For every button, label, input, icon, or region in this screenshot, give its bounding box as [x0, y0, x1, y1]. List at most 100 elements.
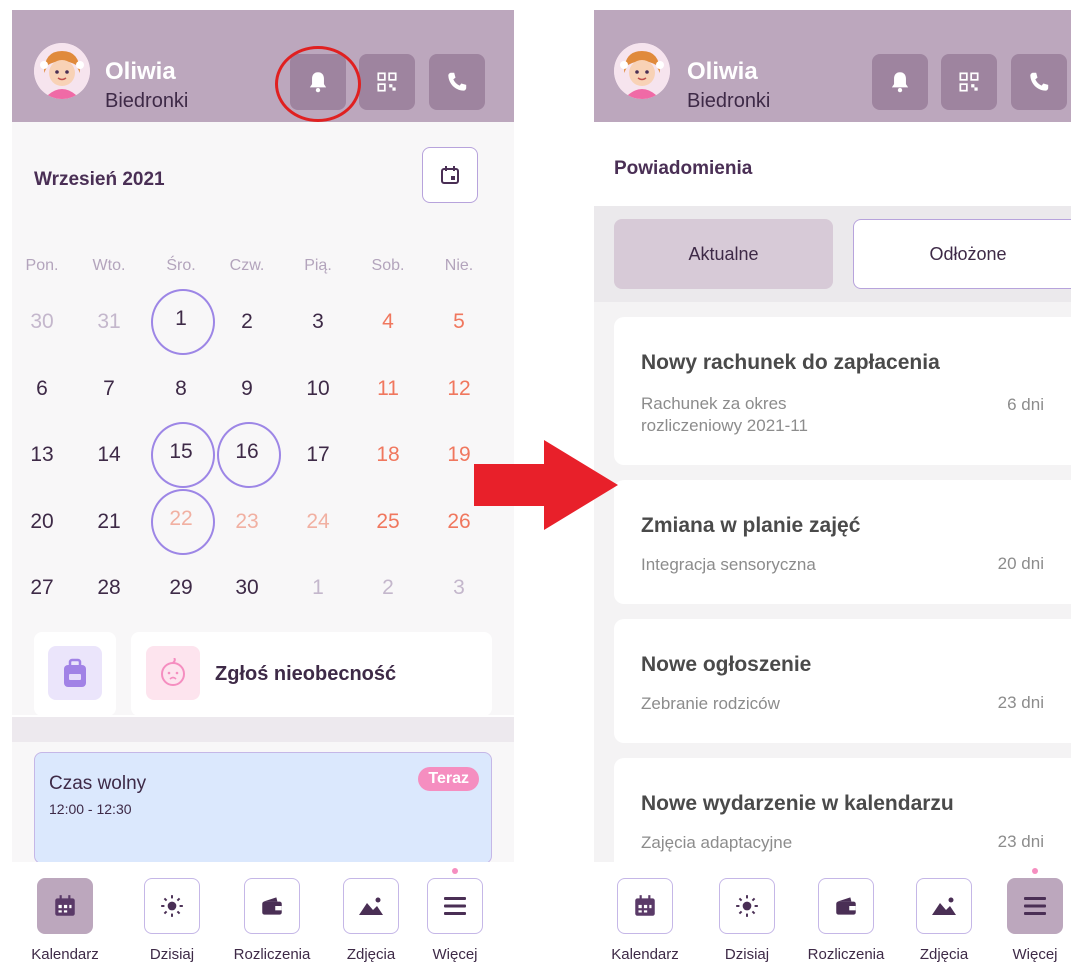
calendar-body	[12, 122, 514, 715]
calendar-icon	[55, 895, 75, 916]
calendar-day[interactable]: 5	[429, 297, 489, 347]
now-badge: Teraz	[418, 767, 479, 791]
calendar-day[interactable]: 23	[217, 497, 277, 547]
calendar-day[interactable]: 16	[217, 422, 281, 488]
tab-current[interactable]: Aktualne	[614, 219, 833, 289]
calendar-day[interactable]: 11	[358, 364, 418, 414]
qr-code-icon	[377, 72, 397, 92]
weekday-label: Pon.	[25, 257, 59, 274]
bottom-tab-bar: Kalendarz Dzisiaj Rozliczenia Zdjęcia Wi…	[12, 862, 514, 967]
weekday-label: Wto.	[92, 257, 126, 274]
backpack-tile[interactable]	[34, 632, 116, 716]
notification-card[interactable]: Nowy rachunek do zapłacenia Rachunek za …	[614, 317, 1071, 465]
child-name: Oliwia	[105, 58, 176, 85]
calendar-day[interactable]: 14	[79, 430, 139, 480]
tab-payments[interactable]: Rozliczenia	[796, 878, 896, 963]
calendar-day[interactable]: 18	[358, 430, 418, 480]
weekday-label: Pią.	[304, 257, 332, 274]
tab-calendar[interactable]: Kalendarz	[15, 878, 115, 963]
notification-card[interactable]: Zmiana w planie zajęć Integracja sensory…	[614, 480, 1071, 604]
calendar-day[interactable]: 13	[12, 430, 72, 480]
tab-payments[interactable]: Rozliczenia	[222, 878, 322, 963]
calendar-day[interactable]: 30	[217, 563, 277, 613]
notification-subtitle-line: rozliczeniowy 2021-11	[641, 416, 808, 435]
tab-more[interactable]: Więcej	[405, 878, 505, 963]
event-card[interactable]: Czas wolny 12:00 - 12:30 Teraz	[34, 752, 492, 864]
tab-label: Więcej	[1012, 946, 1058, 963]
notification-dot	[1032, 868, 1038, 874]
weekday-label: Czw.	[229, 257, 265, 274]
event-title: Czas wolny	[49, 773, 147, 794]
notification-subtitle: Zajęcia adaptacyjne	[641, 833, 793, 852]
calendar-day[interactable]: 22	[151, 489, 215, 555]
calendar-icon	[635, 895, 655, 916]
baby-face-icon	[161, 658, 185, 686]
calendar-day[interactable]: 15	[151, 422, 215, 488]
notification-age: 6 dni	[1007, 395, 1044, 414]
child-group: Biedronki	[687, 90, 771, 112]
qr-code-button[interactable]	[941, 54, 997, 110]
tab-postponed[interactable]: Odłożone	[853, 219, 1071, 289]
phone-button[interactable]	[1011, 54, 1067, 110]
notifications-header: Powiadomienia	[594, 122, 1071, 206]
report-absence-label: Zgłoś nieobecność	[215, 663, 397, 685]
calendar-day[interactable]: 10	[288, 364, 348, 414]
tab-today[interactable]: Dzisiaj	[697, 878, 797, 963]
child-group: Biedronki	[105, 90, 189, 112]
date-picker-button[interactable]	[422, 147, 478, 203]
calendar-day[interactable]: 6	[12, 364, 72, 414]
notifications-screen: Oliwia Biedronki Powiadomienia Aktualne …	[594, 10, 1071, 967]
calendar-day[interactable]: 7	[79, 364, 139, 414]
notification-subtitle: Rachunek za okres rozliczeniowy 2021-11	[641, 393, 808, 437]
tab-photos[interactable]: Zdjęcia	[894, 878, 994, 963]
event-time: 12:00 - 12:30	[49, 801, 132, 817]
notification-title: Nowy rachunek do zapłacenia	[641, 351, 940, 374]
qr-code-button[interactable]	[359, 54, 415, 110]
calendar-day[interactable]: 4	[358, 297, 418, 347]
calendar-icon	[441, 166, 459, 184]
tab-more[interactable]: Więcej	[985, 878, 1071, 963]
calendar-day: 1	[312, 576, 324, 599]
calendar-day[interactable]: 24	[288, 497, 348, 547]
notifications-button[interactable]	[872, 54, 928, 110]
calendar-day[interactable]: 29	[151, 563, 211, 613]
calendar-day[interactable]: 20	[12, 497, 72, 547]
tab-label: Kalendarz	[611, 946, 679, 963]
tab-label: Dzisiaj	[149, 946, 195, 963]
calendar-day[interactable]: 1	[151, 289, 215, 355]
tab-label: Rozliczenia	[807, 946, 885, 963]
notification-title: Nowe wydarzenie w kalendarzu	[641, 792, 954, 815]
phone-button[interactable]	[429, 54, 485, 110]
tab-label: Rozliczenia	[233, 946, 311, 963]
calendar-day[interactable]: 21	[79, 497, 139, 547]
calendar-day[interactable]: 17	[288, 430, 348, 480]
child-avatar[interactable]	[614, 43, 670, 99]
wallet-icon	[262, 897, 282, 915]
notification-card[interactable]: Nowe ogłoszenie Zebranie rodziców 23 dni	[614, 619, 1071, 743]
calendar-day[interactable]: 27	[12, 563, 72, 613]
notification-age: 23 dni	[997, 693, 1044, 712]
calendar-day[interactable]: 28	[79, 563, 139, 613]
image-icon	[359, 897, 383, 915]
backpack-icon	[64, 658, 86, 687]
absence-row: Zgłoś nieobecność	[12, 631, 514, 717]
calendar-screen: Oliwia Biedronki Wrzesień 2021 Pon. Wto. Ś…	[12, 10, 514, 967]
weekday-label: Sob.	[371, 257, 405, 274]
notification-subtitle: Zebranie rodziców	[641, 694, 780, 713]
notification-dot	[452, 868, 458, 874]
tab-today[interactable]: Dzisiaj	[122, 878, 222, 963]
phone-icon	[448, 72, 467, 91]
child-name: Oliwia	[687, 58, 758, 85]
report-absence-button[interactable]: Zgłoś nieobecność	[131, 632, 492, 716]
tab-calendar[interactable]: Kalendarz	[595, 878, 695, 963]
calendar-day[interactable]: 12	[429, 364, 489, 414]
calendar-day[interactable]: 3	[288, 297, 348, 347]
calendar-day[interactable]: 25	[358, 497, 418, 547]
calendar-day[interactable]: 9	[217, 364, 277, 414]
notification-age: 23 dni	[997, 832, 1044, 851]
calendar-day[interactable]: 8	[151, 364, 211, 414]
child-avatar[interactable]	[34, 43, 90, 99]
arrow-right-icon	[474, 440, 618, 530]
notification-subtitle: Integracja sensoryczna	[641, 555, 816, 574]
calendar-day[interactable]: 2	[217, 297, 277, 347]
